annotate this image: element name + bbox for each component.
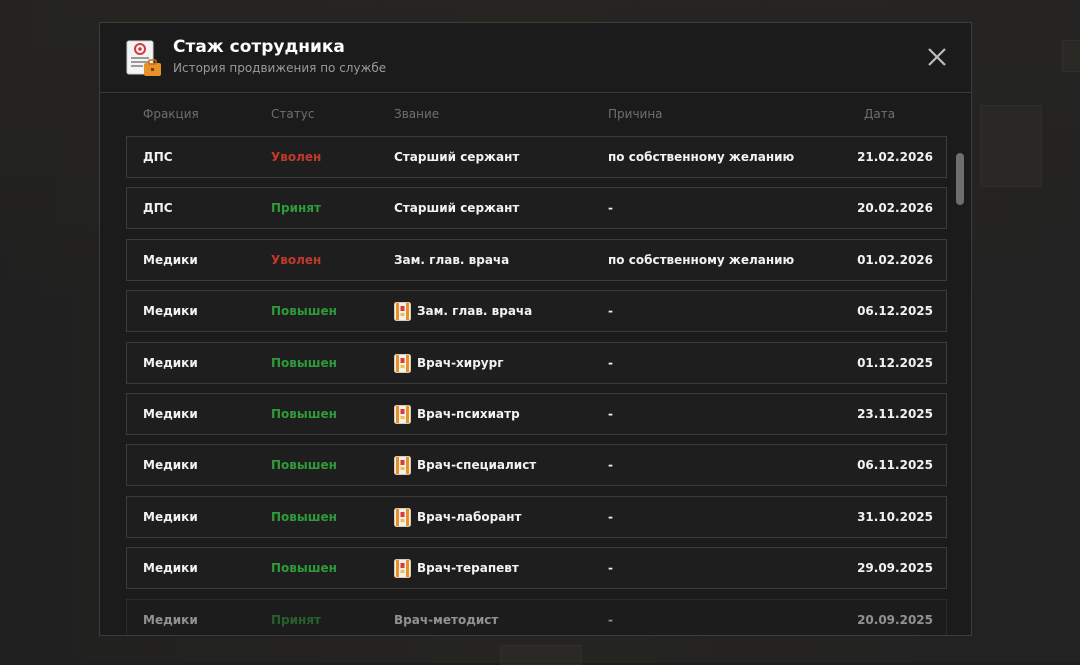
column-header-status: Статус: [271, 107, 315, 121]
epaulette-icon: [394, 456, 411, 476]
status-cell: Уволен: [271, 252, 322, 267]
rank-cell: Врач-лаборант: [417, 509, 522, 524]
date-cell: 06.12.2025: [857, 304, 933, 319]
epaulette-icon: [394, 405, 411, 424]
faction-cell: ДПС: [143, 201, 173, 216]
status-cell: Повышен: [271, 304, 337, 319]
epaulette-icon: [394, 507, 411, 527]
status-cell: Повышен: [271, 458, 337, 473]
table-row[interactable]: Медики Повышен Врач-хирург - 01.12.2025: [126, 341, 947, 384]
status-cell: Повышен: [271, 561, 337, 576]
background-decoration: [500, 645, 582, 665]
status-cell: Повышен: [271, 509, 337, 524]
scrollbar-thumb[interactable]: [956, 153, 964, 205]
status-cell: Уволен: [271, 150, 322, 164]
faction-cell: Медики: [143, 252, 198, 267]
status-cell: Повышен: [271, 355, 337, 370]
reason-cell: по собственному желанию: [608, 150, 795, 164]
modal-subtitle: История продвижения по службе: [173, 61, 387, 75]
employee-service-modal: Стаж сотрудника История продвижения по с…: [99, 22, 972, 636]
background-decoration: [980, 105, 1042, 187]
rank-cell: Зам. глав. врача: [417, 304, 533, 319]
faction-cell: Медики: [143, 612, 198, 627]
epaulette-icon: [394, 559, 411, 579]
document-briefcase-icon: [126, 40, 161, 76]
date-cell: 20.09.2025: [857, 612, 933, 627]
faction-cell: ДПС: [143, 150, 173, 164]
reason-cell: по собственному желанию: [608, 252, 795, 267]
column-header-rank: Звание: [394, 107, 440, 121]
date-cell: 20.02.2026: [857, 201, 933, 216]
table-row[interactable]: Медики Принят Врач-методист - 20.09.2025: [126, 598, 947, 635]
rank-cell: Врач-терапевт: [417, 561, 519, 576]
table-row[interactable]: ДПС Уволен Старший сержант по собственному …: [126, 136, 947, 178]
reason-cell: -: [608, 509, 613, 524]
status-cell: Принят: [271, 201, 321, 216]
status-cell: Принят: [271, 612, 321, 627]
epaulette-icon: [394, 353, 411, 373]
rank-cell: Врач-хирург: [417, 355, 504, 370]
modal-header: Стаж сотрудника История продвижения по с…: [100, 23, 971, 93]
rank-cell: Старший сержант: [394, 150, 520, 164]
column-header-reason: Причина: [608, 107, 663, 121]
date-cell: 21.02.2026: [857, 150, 933, 164]
faction-cell: Медики: [143, 458, 198, 473]
background-decoration: [1062, 40, 1080, 72]
rank-cell: Врач-специалист: [417, 458, 537, 473]
table-row[interactable]: Медики Повышен Врач-лаборант - 31.10.2025: [126, 495, 947, 538]
table-row[interactable]: ДПС Принят Старший сержант - 20.02.2026: [126, 187, 947, 230]
date-cell: 31.10.2025: [857, 509, 933, 524]
reason-cell: -: [608, 612, 613, 627]
rank-cell: Врач-психиатр: [417, 407, 520, 421]
close-icon[interactable]: [925, 45, 949, 69]
status-cell: Повышен: [271, 407, 337, 421]
reason-cell: -: [608, 355, 613, 370]
table-row[interactable]: Медики Повышен Зам. глав. врача - 06.12.2025: [126, 290, 947, 333]
faction-cell: Медики: [143, 561, 198, 576]
table-row[interactable]: Медики Повышен Врач-психиатр - 23.11.2025: [126, 393, 947, 435]
epaulette-icon: [394, 302, 411, 322]
table-row[interactable]: Медики Уволен Зам. глав. врача по собственн…: [126, 238, 947, 281]
rank-cell: Старший сержант: [394, 201, 520, 216]
reason-cell: -: [608, 201, 613, 216]
table-header: Фракция Статус Звание Причина Дата: [127, 107, 947, 123]
column-header-date: Дата: [864, 107, 896, 121]
faction-cell: Медики: [143, 304, 198, 319]
date-cell: 01.12.2025: [857, 355, 933, 370]
reason-cell: -: [608, 561, 613, 576]
service-history-list[interactable]: ДПС Уволен Старший сержант по собственному …: [126, 136, 947, 635]
rank-cell: Зам. глав. врача: [394, 252, 510, 267]
date-cell: 29.09.2025: [857, 561, 933, 576]
table-row[interactable]: Медики Повышен Врач-специалист - 06.11.2025: [126, 444, 947, 487]
table-row[interactable]: Медики Повышен Врач-терапевт - 29.09.2025: [126, 547, 947, 590]
modal-title: Стаж сотрудника: [173, 37, 345, 57]
date-cell: 23.11.2025: [857, 407, 933, 421]
date-cell: 06.11.2025: [857, 458, 933, 473]
faction-cell: Медики: [143, 407, 198, 421]
faction-cell: Медики: [143, 509, 198, 524]
date-cell: 01.02.2026: [857, 252, 933, 267]
reason-cell: -: [608, 407, 613, 421]
rank-cell: Врач-методист: [394, 612, 499, 627]
reason-cell: -: [608, 304, 613, 319]
faction-cell: Медики: [143, 355, 198, 370]
reason-cell: -: [608, 458, 613, 473]
column-header-faction: Фракция: [143, 107, 199, 121]
